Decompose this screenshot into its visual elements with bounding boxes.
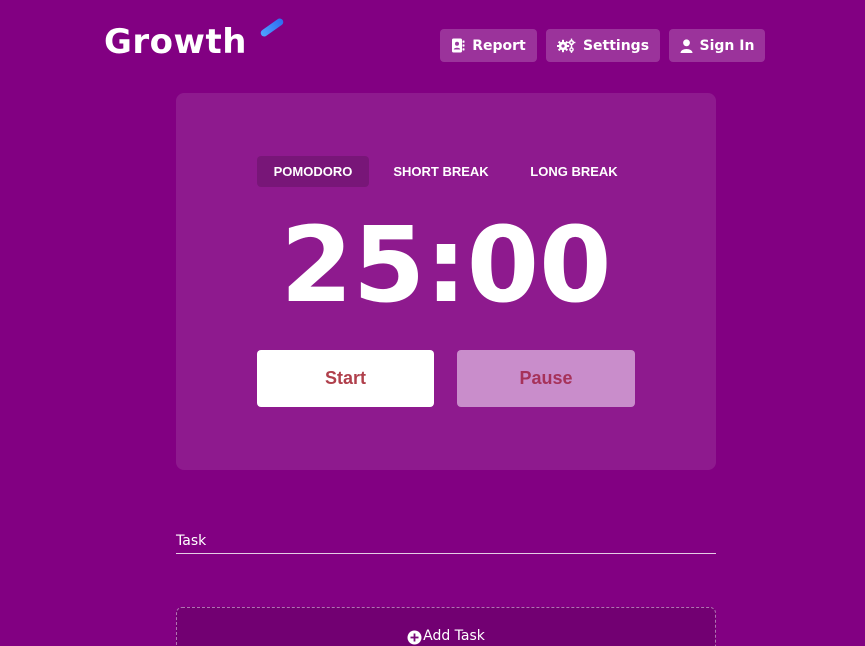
plus-circle-icon (407, 630, 422, 646)
gears-icon (556, 38, 576, 53)
sign-in-label: Sign In (699, 37, 755, 54)
settings-button[interactable]: Settings (546, 29, 660, 62)
add-task-button[interactable]: Add Task (176, 607, 716, 646)
add-task-label: Add Task (423, 628, 485, 644)
report-button[interactable]: Report (440, 29, 537, 62)
timer-card: POMODORO SHORT BREAK LONG BREAK 25:00 St… (176, 93, 716, 470)
address-book-icon (451, 38, 465, 53)
task-heading: Task (176, 533, 207, 549)
report-label: Report (472, 37, 526, 54)
logo-text: Growth (104, 22, 247, 62)
settings-label: Settings (582, 37, 650, 54)
logo-mark-icon (259, 17, 285, 38)
logo[interactable]: Growth (104, 17, 285, 62)
tab-pomodoro[interactable]: POMODORO (257, 156, 369, 187)
page: Growth Report Settings Sign In POMODORO … (0, 0, 865, 646)
pause-button[interactable]: Pause (457, 350, 635, 407)
start-button[interactable]: Start (257, 350, 434, 407)
tab-short-break[interactable]: SHORT BREAK (381, 156, 501, 187)
user-icon (680, 38, 693, 53)
sign-in-button[interactable]: Sign In (669, 29, 765, 62)
timer-display: 25:00 (280, 204, 612, 326)
tab-long-break[interactable]: LONG BREAK (514, 156, 634, 187)
task-divider (176, 553, 716, 554)
